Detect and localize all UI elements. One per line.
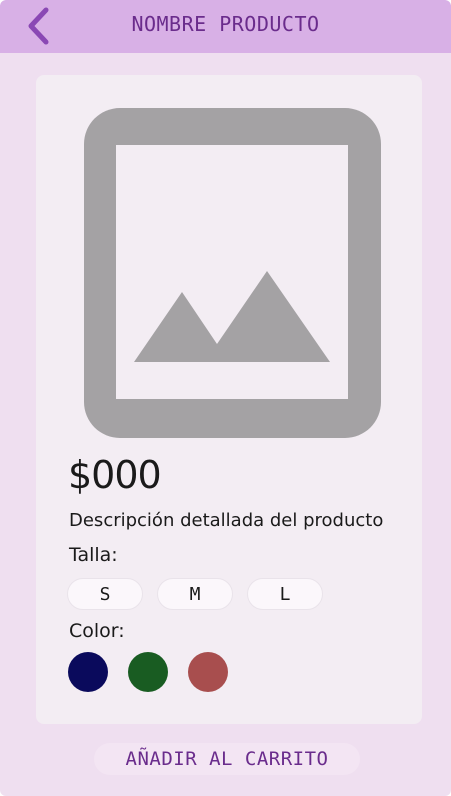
size-options: S M L bbox=[67, 578, 323, 610]
app-header: NOMBRE PRODUCTO bbox=[0, 0, 451, 53]
product-description: Descripción detallada del producto bbox=[69, 510, 384, 531]
color-swatch-red[interactable] bbox=[188, 652, 228, 692]
add-to-cart-button[interactable]: AÑADIR AL CARRITO bbox=[94, 743, 360, 775]
size-option-s[interactable]: S bbox=[67, 578, 143, 610]
product-card: $000 Descripción detallada del producto … bbox=[36, 75, 422, 724]
size-option-m[interactable]: M bbox=[157, 578, 233, 610]
page-title: NOMBRE PRODUCTO bbox=[131, 12, 320, 36]
color-label: Color: bbox=[69, 620, 125, 642]
size-label: Talla: bbox=[69, 544, 118, 566]
size-option-l[interactable]: L bbox=[247, 578, 323, 610]
product-price: $000 bbox=[68, 453, 162, 497]
image-placeholder-icon bbox=[84, 108, 381, 438]
color-swatch-green[interactable] bbox=[128, 652, 168, 692]
color-swatch-navy[interactable] bbox=[68, 652, 108, 692]
product-screen: NOMBRE PRODUCTO $000 Descripción detalla… bbox=[0, 0, 451, 796]
color-options bbox=[68, 652, 228, 692]
